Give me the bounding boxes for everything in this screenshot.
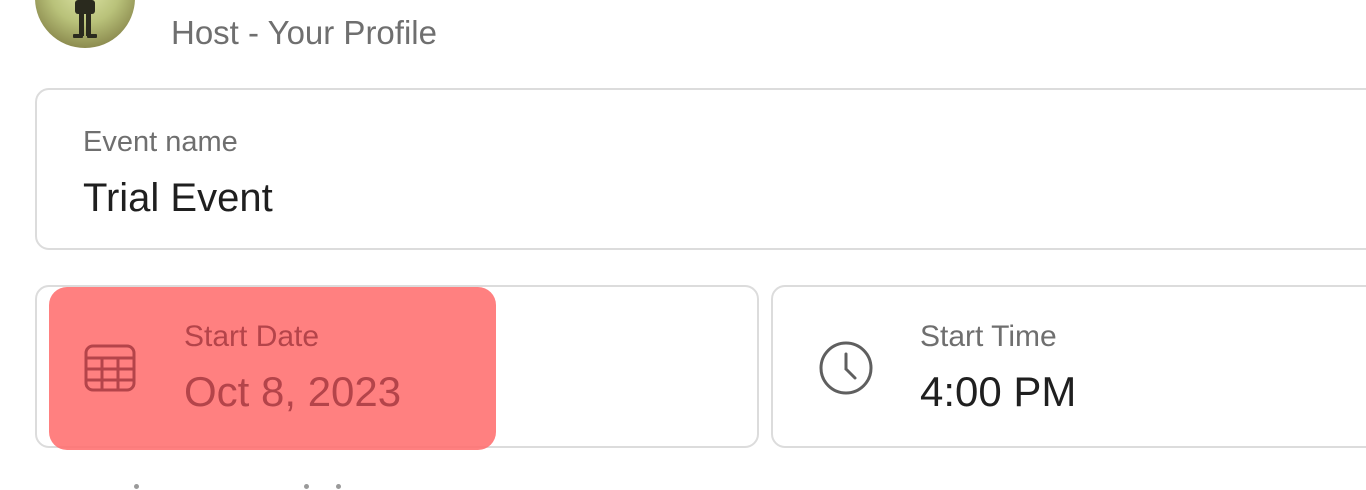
host-avatar[interactable]	[35, 0, 135, 48]
clock-icon	[819, 341, 873, 395]
start-date-value[interactable]: Oct 8, 2023	[184, 368, 401, 416]
person-silhouette-icon	[73, 0, 97, 38]
host-profile-label[interactable]: Host - Your Profile	[171, 14, 437, 52]
event-form: Host - Your Profile Event name Trial Eve…	[0, 0, 1366, 490]
event-name-field[interactable]: Event name Trial Event	[35, 88, 1366, 250]
cut-off-text	[100, 478, 360, 490]
start-time-label: Start Time	[920, 320, 1057, 353]
start-date-label: Start Date	[184, 320, 320, 353]
event-name-label: Event name	[83, 126, 238, 158]
event-name-value[interactable]: Trial Event	[83, 176, 273, 221]
calendar-icon	[84, 344, 136, 392]
start-time-value[interactable]: 4:00 PM	[920, 368, 1076, 416]
